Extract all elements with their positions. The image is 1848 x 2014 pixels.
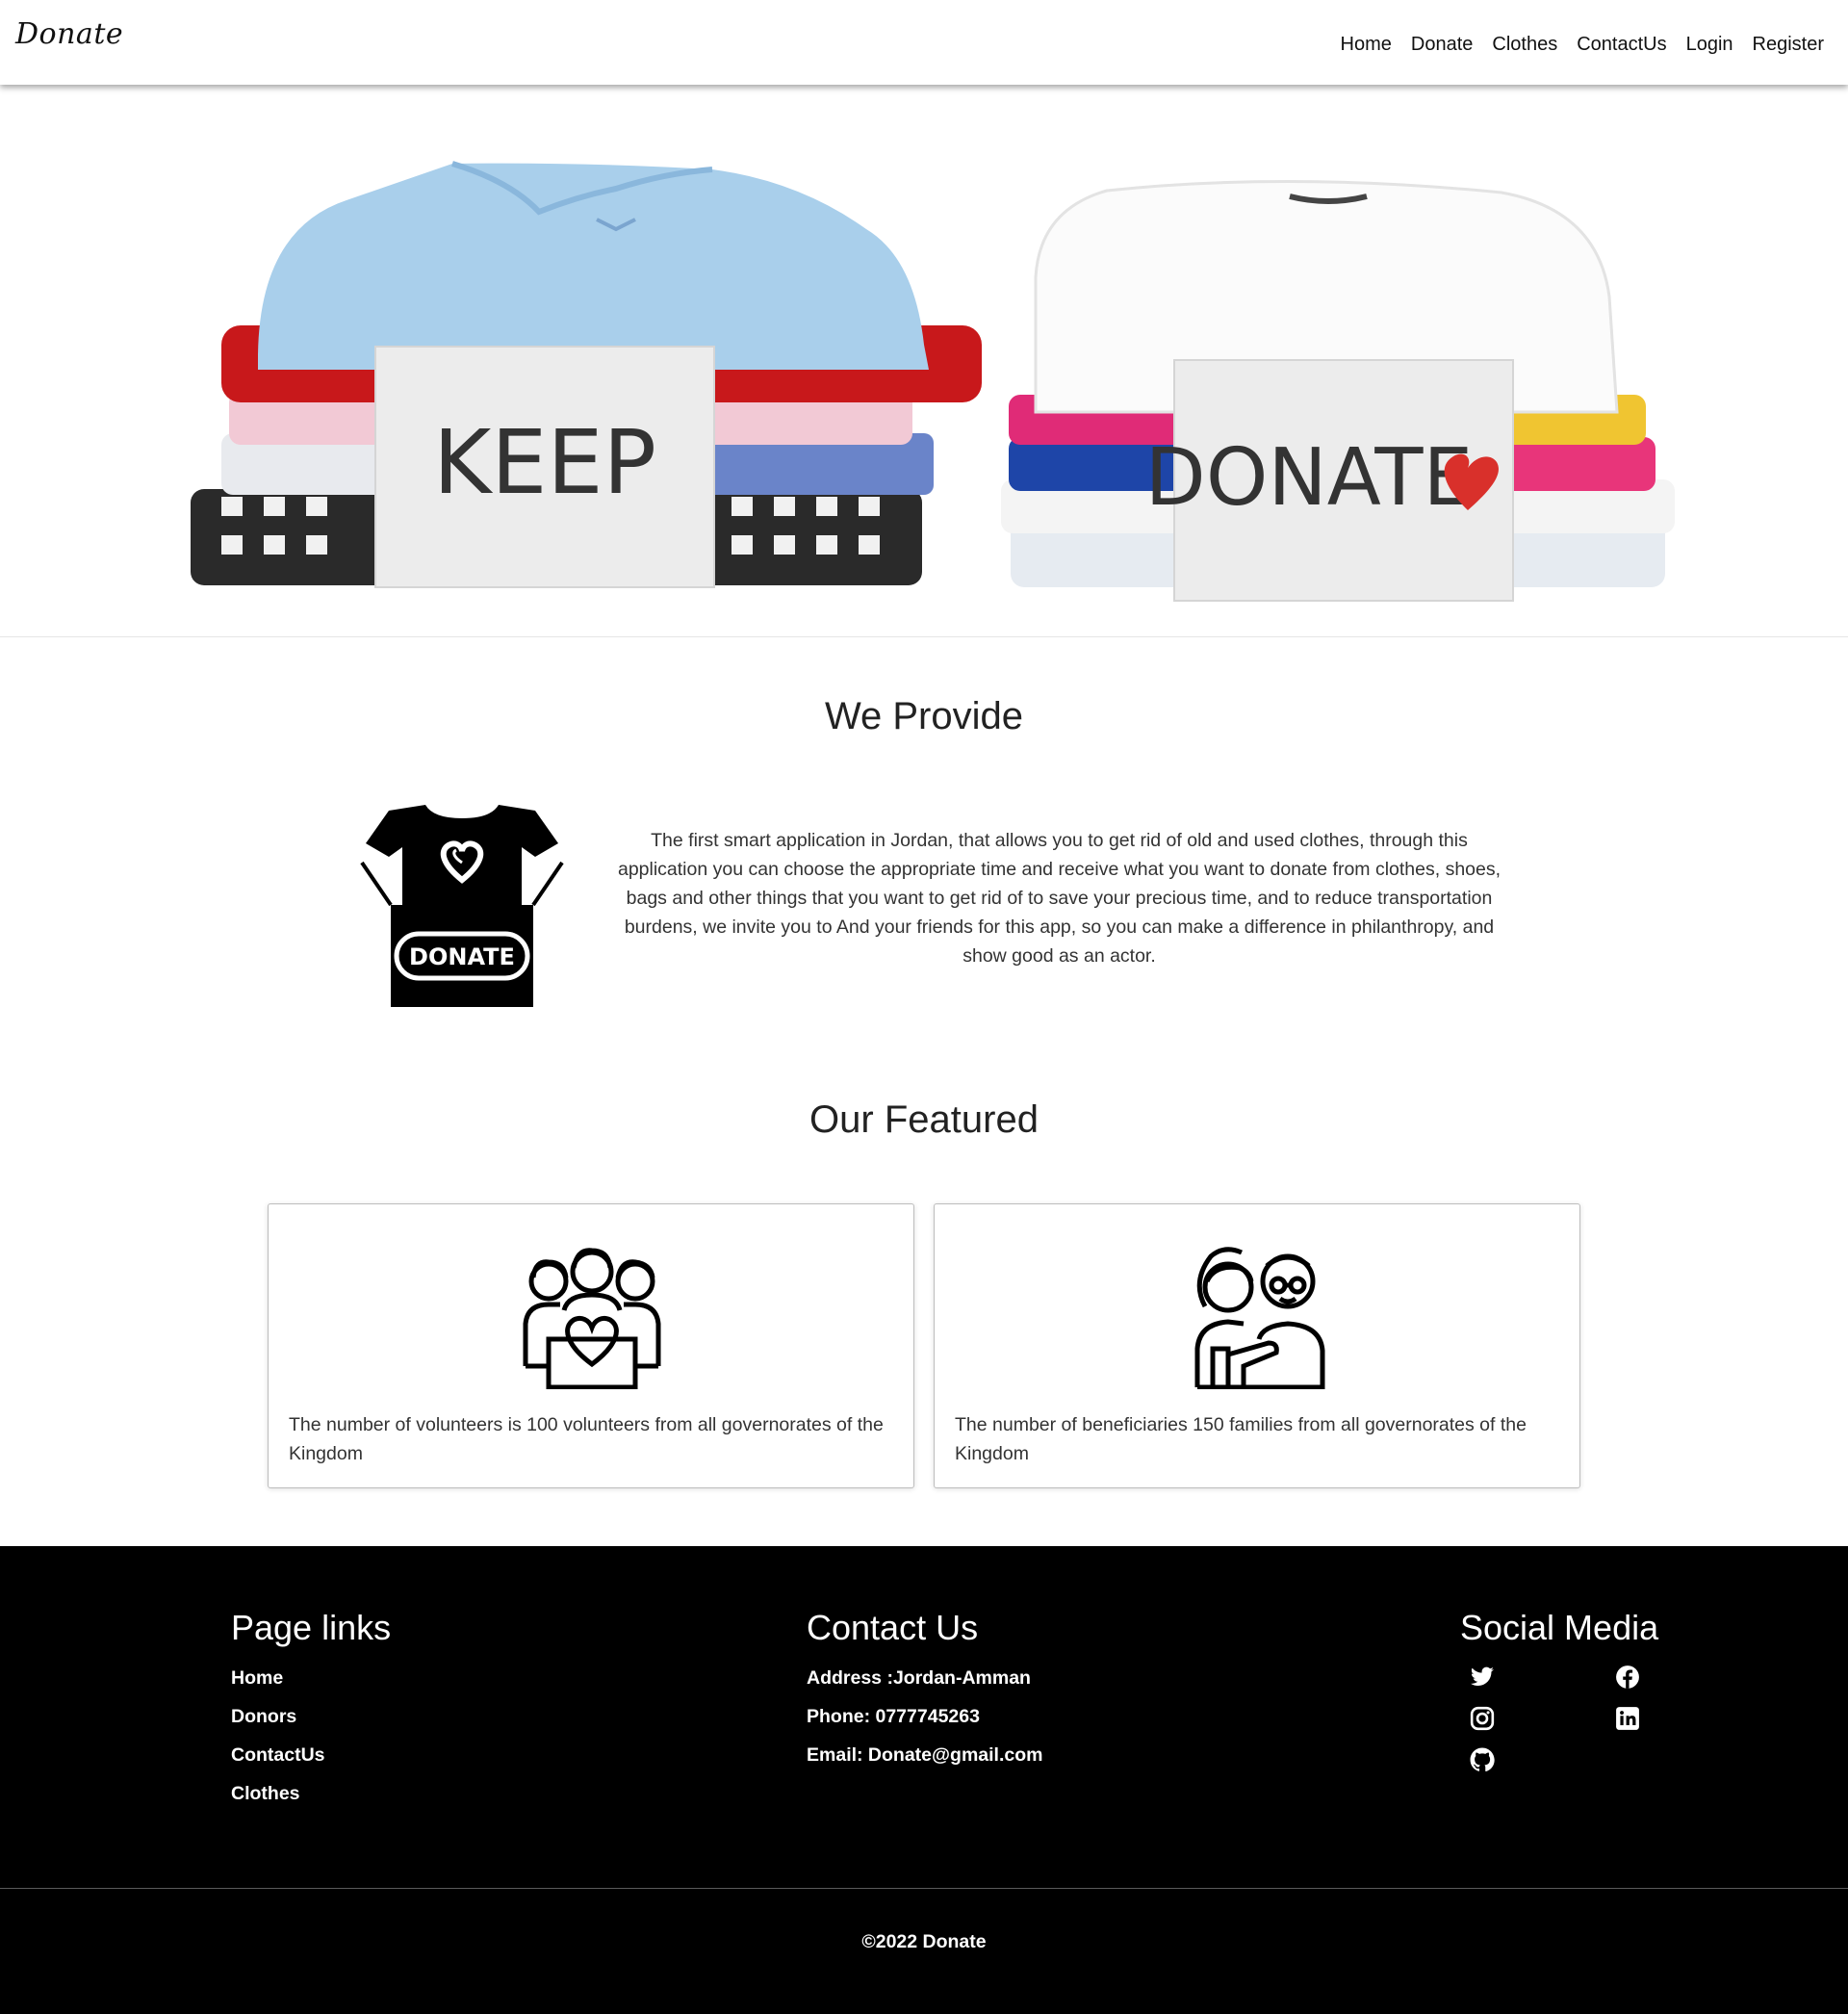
donate-box-label: DONATE xyxy=(409,943,515,970)
donate-clothes-stack: DONATE xyxy=(1001,179,1675,602)
footer: Page links Home Donors ContactUs Clothes… xyxy=(0,1546,1848,2014)
nav-home[interactable]: Home xyxy=(1341,34,1392,56)
contact-us-heading: Contact Us xyxy=(807,1608,979,1647)
contact-address: Address :Jordan-Amman xyxy=(807,1667,1031,1689)
contact-email[interactable]: Email: Donate@gmail.com xyxy=(807,1744,1042,1767)
nav-links: Home Donate Clothes ContactUs Login Regi… xyxy=(1341,34,1824,56)
nav-clothes[interactable]: Clothes xyxy=(1492,34,1557,56)
feature-card-beneficiaries: The number of beneficiaries 150 families… xyxy=(934,1203,1580,1488)
hero-image: KEEP DONATE xyxy=(191,161,1675,602)
keep-sign-text: KEEP xyxy=(433,411,656,514)
footer-link-home[interactable]: Home xyxy=(231,1667,283,1690)
facebook-icon[interactable] xyxy=(1615,1665,1640,1690)
navbar: Donate Home Donate Clothes ContactUs Log… xyxy=(0,0,1848,85)
footer-divider xyxy=(0,1888,1848,1889)
brand-logo[interactable]: Donate xyxy=(15,17,123,51)
volunteers-icon xyxy=(523,1248,661,1389)
footer-link-donors[interactable]: Donors xyxy=(231,1706,296,1728)
footer-link-clothes[interactable]: Clothes xyxy=(231,1783,300,1805)
nav-register[interactable]: Register xyxy=(1753,34,1824,56)
donate-box-icon: DONATE xyxy=(360,805,564,1007)
keep-clothes-stack: KEEP xyxy=(191,161,982,588)
we-provide-title: We Provide xyxy=(824,695,1023,737)
footer-link-contactus[interactable]: ContactUs xyxy=(231,1744,325,1767)
nav-contactus[interactable]: ContactUs xyxy=(1577,34,1666,56)
hero-banner: KEEP DONATE xyxy=(0,85,1848,637)
volunteers-text: The number of volunteers is 100 voluntee… xyxy=(289,1414,884,1464)
copyright: ©2022 Donate xyxy=(861,1931,987,1952)
page-links-heading: Page links xyxy=(231,1608,392,1647)
we-provide-text: The first smart application in Jordan, t… xyxy=(617,830,1502,967)
donate-sign-text: DONATE xyxy=(1145,432,1474,524)
linkedin-icon[interactable] xyxy=(1615,1706,1640,1731)
beneficiaries-text: The number of beneficiaries 150 families… xyxy=(955,1414,1527,1464)
beneficiaries-icon xyxy=(1194,1247,1325,1389)
nav-donate[interactable]: Donate xyxy=(1411,34,1474,56)
twitter-icon[interactable] xyxy=(1470,1665,1495,1690)
nav-login[interactable]: Login xyxy=(1686,34,1733,56)
feature-card-volunteers: The number of volunteers is 100 voluntee… xyxy=(268,1203,914,1488)
social-media-heading: Social Media xyxy=(1460,1608,1659,1647)
github-icon[interactable] xyxy=(1470,1747,1495,1772)
contact-phone: Phone: 0777745263 xyxy=(807,1706,980,1727)
instagram-icon[interactable] xyxy=(1470,1706,1495,1731)
our-featured-title: Our Featured xyxy=(809,1098,1039,1141)
